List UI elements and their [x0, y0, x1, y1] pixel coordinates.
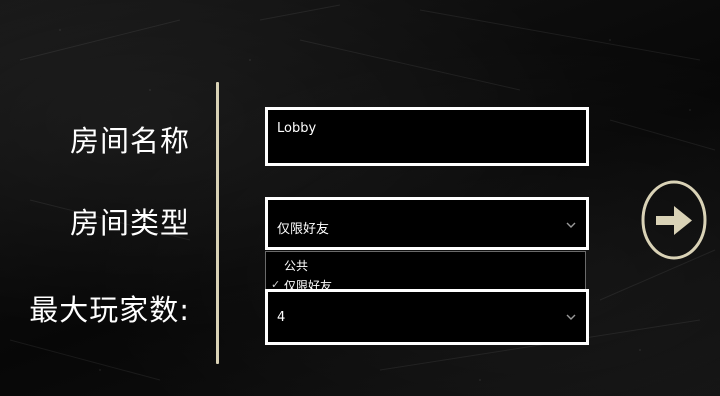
- room-name-value: Lobby: [277, 121, 317, 136]
- arrow-right-icon: [656, 206, 692, 235]
- max-players-select[interactable]: 4: [265, 289, 589, 345]
- room-name-label: 房间名称: [69, 124, 190, 158]
- dropdown-option-public[interactable]: 公共: [284, 257, 308, 274]
- chevron-down-icon: [566, 314, 576, 320]
- max-players-label: 最大玩家数:: [29, 293, 190, 327]
- room-type-label: 房间类型: [69, 206, 190, 240]
- room-name-input[interactable]: Lobby: [265, 107, 589, 166]
- room-type-select[interactable]: 仅限好友: [265, 197, 589, 250]
- room-type-value: 仅限好友: [277, 222, 330, 237]
- next-button[interactable]: [640, 178, 708, 262]
- vertical-divider: [216, 82, 219, 364]
- max-players-value: 4: [277, 310, 286, 325]
- chevron-down-icon: [566, 222, 576, 228]
